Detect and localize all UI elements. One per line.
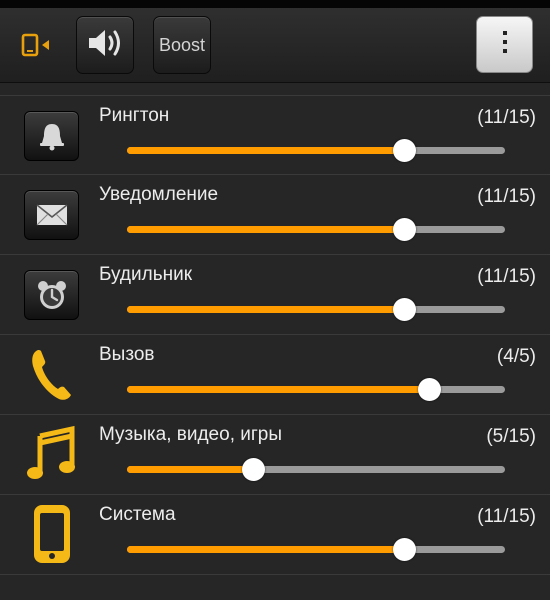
vibrate-icon[interactable] (20, 32, 56, 58)
volume-slider[interactable] (127, 378, 505, 401)
slider-thumb[interactable] (418, 378, 442, 401)
envelope-icon (24, 190, 79, 240)
music-note-icon (22, 421, 82, 487)
row-count: (11/15) (477, 506, 536, 527)
row-count: (11/15) (477, 266, 536, 287)
sound-mode-button[interactable] (76, 16, 134, 74)
volume-row-system: Система (11/15) (0, 495, 550, 575)
toolbar: Boost (0, 8, 550, 83)
slider-fill (127, 306, 405, 313)
row-label: Рингтон (99, 105, 170, 126)
row-label: Будильник (99, 264, 193, 285)
row-label: Вызов (99, 344, 155, 365)
volume-list: Рингтон (11/15) Уведомление (11/15) Буди… (0, 95, 550, 575)
speaker-icon (85, 26, 125, 65)
slider-thumb[interactable] (393, 139, 417, 162)
volume-slider[interactable] (127, 218, 505, 241)
slider-fill (127, 386, 430, 393)
row-count: (4/5) (496, 346, 536, 367)
phone-handset-icon (22, 341, 82, 407)
row-label: Система (99, 504, 176, 525)
bell-icon (24, 111, 79, 161)
row-count: (5/15) (486, 426, 536, 447)
overflow-menu-icon (501, 29, 509, 60)
status-strip (0, 0, 550, 8)
volume-row-ringtone: Рингтон (11/15) (0, 95, 550, 175)
slider-thumb[interactable] (393, 538, 417, 561)
volume-row-media: Музыка, видео, игры (5/15) (0, 415, 550, 495)
volume-slider[interactable] (127, 139, 505, 162)
volume-slider[interactable] (127, 458, 505, 481)
slider-thumb[interactable] (393, 218, 417, 241)
slider-fill (127, 226, 405, 233)
row-count: (11/15) (477, 186, 536, 207)
slider-fill (127, 466, 253, 473)
slider-thumb[interactable] (393, 298, 417, 321)
boost-button[interactable]: Boost (153, 16, 211, 74)
volume-row-alarm: Будильник (11/15) (0, 255, 550, 335)
row-count: (11/15) (477, 107, 536, 128)
slider-thumb[interactable] (242, 458, 265, 481)
volume-slider[interactable] (127, 538, 505, 561)
row-label: Музыка, видео, игры (99, 424, 283, 445)
alarm-clock-icon (24, 270, 79, 320)
overflow-menu-button[interactable] (476, 16, 533, 73)
slider-fill (127, 546, 405, 553)
volume-slider[interactable] (127, 298, 505, 321)
row-label: Уведомление (99, 184, 219, 205)
slider-fill (127, 147, 405, 154)
volume-row-notification: Уведомление (11/15) (0, 175, 550, 255)
phone-device-icon (22, 501, 82, 567)
volume-row-call: Вызов (4/5) (0, 335, 550, 415)
